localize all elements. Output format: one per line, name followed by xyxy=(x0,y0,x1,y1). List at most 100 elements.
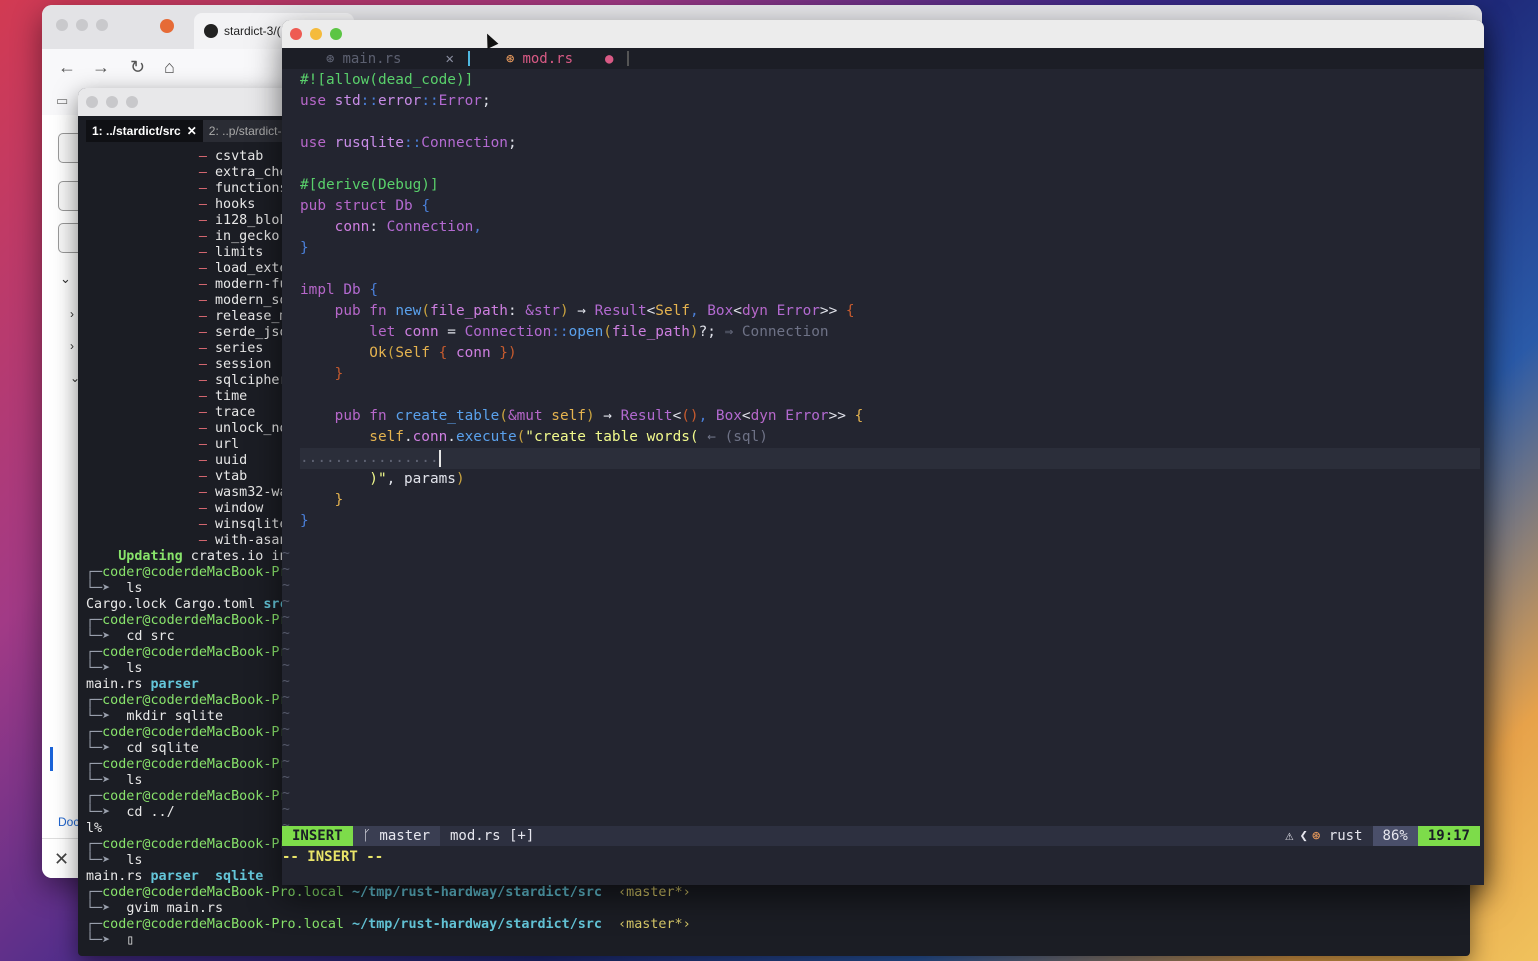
terminal-text: ┌─ xyxy=(86,613,103,628)
code-token: ; xyxy=(507,135,517,151)
code-token: Error xyxy=(438,93,482,109)
home-icon[interactable]: ⌂ xyxy=(164,57,175,78)
docs-link[interactable]: Doc xyxy=(58,815,79,829)
code-token: pub struct xyxy=(300,198,396,214)
code-line[interactable] xyxy=(300,385,1480,406)
forward-icon[interactable]: → xyxy=(92,57,110,78)
code-line[interactable]: conn: Connection, xyxy=(300,217,1480,238)
minimize-window-button[interactable] xyxy=(76,19,88,31)
code-token: = xyxy=(438,324,465,340)
terminal-text: ┌─ xyxy=(86,885,103,900)
terminal-text: └─➤ xyxy=(86,709,127,724)
rust-icon: ⊛ xyxy=(1311,828,1321,844)
code-token: file_path xyxy=(611,324,690,340)
terminal-text: – xyxy=(86,485,215,500)
code-line[interactable]: pub fn create_table(&mut self) → Result<… xyxy=(300,406,1480,427)
code-line[interactable]: } xyxy=(300,238,1480,259)
code-token: } xyxy=(300,513,309,529)
code-token: :: xyxy=(403,135,422,151)
terminal-text: csvtab xyxy=(215,149,264,164)
chevron-down-icon[interactable]: ⌄ xyxy=(60,271,71,287)
zoom-window-button[interactable] xyxy=(96,19,108,31)
active-indicator xyxy=(50,747,53,771)
code-token: #![allow(dead_code)] xyxy=(300,72,474,88)
code-token: ← (sql) xyxy=(698,429,768,445)
command-line[interactable]: -- INSERT -- xyxy=(282,849,383,865)
vim-tab-main[interactable]: ⊛ main.rs ✕ xyxy=(326,49,470,68)
chevron-right-icon[interactable]: › xyxy=(70,307,74,321)
terminal-text: – xyxy=(86,165,215,180)
scroll-percent: 86% xyxy=(1372,826,1418,846)
terminal-text: – xyxy=(86,261,215,276)
reload-icon[interactable]: ↻ xyxy=(130,57,145,78)
terminal-text: i128_blob xyxy=(215,213,288,228)
code-token: ( xyxy=(421,303,430,319)
terminal-text: url xyxy=(215,437,240,452)
terminal-text: trace xyxy=(215,405,256,420)
vim-statusline: INSERT ᚴ master mod.rs [+] ⚠ ❮ ⊛ rust 86… xyxy=(282,826,1480,846)
code-token: open xyxy=(568,324,604,340)
code-line[interactable] xyxy=(300,112,1480,133)
code-line[interactable]: ................ xyxy=(300,448,1480,469)
code-line[interactable]: let conn = Connection::open(file_path)?;… xyxy=(300,322,1480,343)
code-token: Db xyxy=(395,198,422,214)
code-line[interactable]: pub fn new(file_path: &str) → Result<Sel… xyxy=(300,301,1480,322)
close-window-button[interactable] xyxy=(290,28,302,40)
back-icon[interactable]: ← xyxy=(58,57,76,78)
code-token: Result xyxy=(620,408,673,424)
terminal-text: – xyxy=(86,437,215,452)
code-line[interactable]: #[derive(Debug)] xyxy=(300,175,1480,196)
code-line[interactable]: #![allow(dead_code)] xyxy=(300,70,1480,91)
code-token: &str xyxy=(525,303,560,319)
terminal-text: vtab xyxy=(215,469,248,484)
code-line[interactable]: )", params) xyxy=(300,469,1480,490)
firefox-icon[interactable] xyxy=(160,19,174,33)
code-line[interactable]: } xyxy=(300,490,1480,511)
minimize-window-button[interactable] xyxy=(106,96,118,108)
minimize-window-button[interactable] xyxy=(310,28,322,40)
code-token: ?; xyxy=(698,324,716,340)
code-line[interactable]: } xyxy=(300,364,1480,385)
close-window-button[interactable] xyxy=(56,19,68,31)
terminal-text: main.rs xyxy=(86,869,151,884)
terminal-text: l% xyxy=(86,821,103,836)
code-line[interactable]: impl Db { xyxy=(300,280,1480,301)
code-token: pub fn xyxy=(300,408,396,424)
code-token: conn xyxy=(403,324,439,340)
terminal-text: crates.io in xyxy=(182,549,288,564)
code-token: std xyxy=(334,93,361,109)
tab-separator xyxy=(467,51,470,66)
code-token: Error xyxy=(785,408,829,424)
terminal-tab-1[interactable]: 1: ../stardict/src ✕ xyxy=(86,120,203,142)
code-line[interactable] xyxy=(300,154,1480,175)
close-icon[interactable]: ✕ xyxy=(187,124,197,138)
code-token: Result xyxy=(594,303,647,319)
close-icon[interactable]: ✕ xyxy=(445,51,453,67)
code-editor[interactable]: #![allow(dead_code)]use std::error::Erro… xyxy=(300,70,1480,532)
terminal-text: └─➤ xyxy=(86,629,127,644)
code-token: ( xyxy=(603,324,612,340)
folder-icon[interactable]: ▭ xyxy=(56,93,68,109)
code-line[interactable]: use std::error::Error; xyxy=(300,91,1480,112)
close-window-button[interactable] xyxy=(86,96,98,108)
terminal-text: ┌─ xyxy=(86,725,103,740)
terminal-line: ┌─coder@coderdeMacBook-Pro.local ~/tmp/r… xyxy=(86,885,1470,901)
terminal-text: – xyxy=(86,309,215,324)
code-line[interactable] xyxy=(300,259,1480,280)
vim-tab-mod[interactable]: ⊛ mod.rs ● xyxy=(506,49,630,68)
code-token: < xyxy=(733,303,742,319)
zoom-window-button[interactable] xyxy=(330,28,342,40)
terminal-text: └─➤ xyxy=(86,581,127,596)
code-line[interactable]: Ok(Self { conn }) xyxy=(300,343,1480,364)
code-line[interactable]: } xyxy=(300,511,1480,532)
code-token: ) xyxy=(559,303,569,319)
close-icon[interactable]: ✕ xyxy=(54,849,69,870)
code-token: error xyxy=(377,93,422,109)
code-token: impl xyxy=(300,282,344,298)
chevron-right-icon[interactable]: › xyxy=(70,339,74,353)
code-line[interactable]: use rusqlite::Connection; xyxy=(300,133,1480,154)
zoom-window-button[interactable] xyxy=(126,96,138,108)
code-line[interactable]: self.conn.execute("create table words( ←… xyxy=(300,427,1480,448)
terminal-text: ls xyxy=(126,853,143,868)
code-line[interactable]: pub struct Db { xyxy=(300,196,1480,217)
